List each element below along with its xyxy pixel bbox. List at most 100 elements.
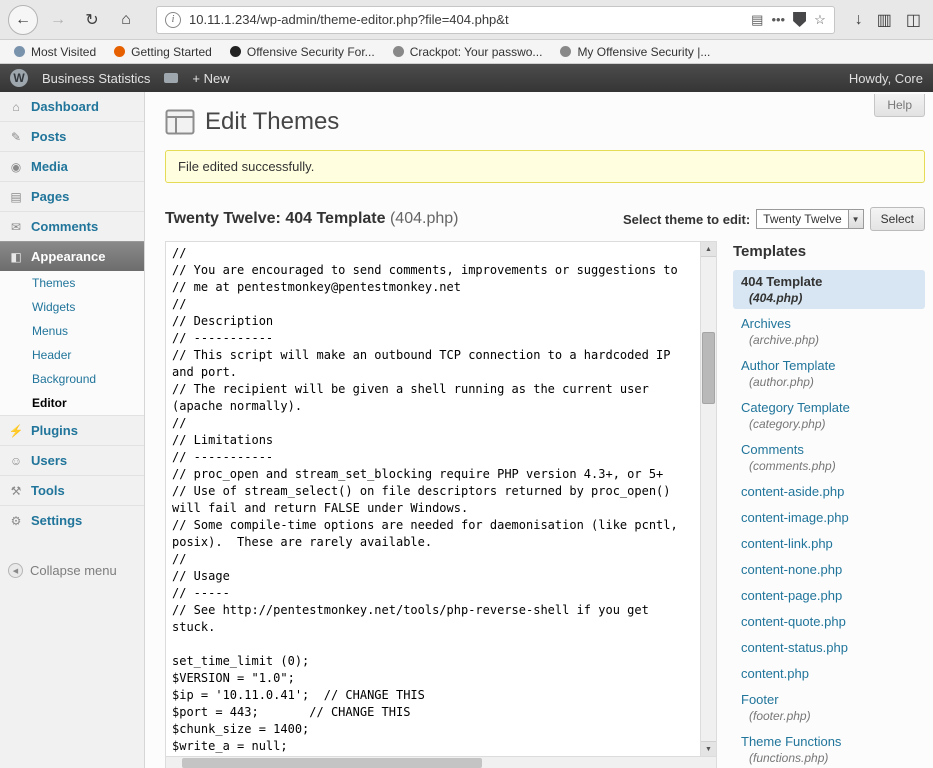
bookmark-label: Getting Started xyxy=(131,45,212,59)
sidebar-menu-item[interactable]: Header xyxy=(0,343,144,367)
templates-panel: Templates 404 Template (404.php) Archive… xyxy=(733,241,925,768)
template-list-item[interactable]: content.php xyxy=(733,662,925,685)
sidebar-menu-item[interactable]: Themes xyxy=(0,271,144,295)
bookmark-item[interactable]: Most Visited xyxy=(14,45,96,59)
template-name-link[interactable]: content-aside.php xyxy=(741,484,917,499)
page-title: Edit Themes xyxy=(205,108,339,136)
theme-picker-label: Select theme to edit: xyxy=(623,212,750,227)
sidebar-menu-item[interactable]: ⚙ Settings xyxy=(0,505,144,535)
bookmark-item[interactable]: Crackpot: Your passwo... xyxy=(393,45,543,59)
bookmark-item[interactable]: Offensive Security For... xyxy=(230,45,375,59)
site-info-icon[interactable]: i xyxy=(165,12,181,28)
menu-item-label: Settings xyxy=(31,513,82,528)
edit-themes-icon xyxy=(165,109,195,135)
bookmark-star-icon[interactable]: ☆ xyxy=(814,12,826,28)
theme-select-value: Twenty Twelve xyxy=(757,212,847,226)
offsec-icon xyxy=(230,46,241,57)
template-name-link[interactable]: content-link.php xyxy=(741,536,917,551)
sidebar-menu-item[interactable]: ▤ Pages xyxy=(0,181,144,211)
template-name-link[interactable]: content.php xyxy=(741,666,917,681)
sidebar-menu-item[interactable]: Widgets xyxy=(0,295,144,319)
template-list-item[interactable]: Archives (archive.php) xyxy=(733,312,925,351)
reload-icon[interactable]: ↻ xyxy=(78,6,106,34)
posts-icon: ✎ xyxy=(8,130,24,144)
sidebar-menu-item[interactable]: ◧ Appearance xyxy=(0,241,144,271)
media-icon: ◉ xyxy=(8,160,24,174)
template-name-link[interactable]: Comments xyxy=(741,442,917,457)
template-list-item[interactable]: content-aside.php xyxy=(733,480,925,503)
theme-select[interactable]: Twenty Twelve ▼ xyxy=(756,209,863,229)
home-icon[interactable]: ⌂ xyxy=(112,6,140,34)
template-name-link[interactable]: content-none.php xyxy=(741,562,917,577)
library-icon[interactable]: ▥ xyxy=(877,10,892,30)
template-name-link[interactable]: 404 Template xyxy=(741,274,917,289)
howdy-account-link[interactable]: Howdy, Core xyxy=(849,71,923,86)
editor-vertical-scrollbar[interactable]: ▲ ▼ xyxy=(700,242,716,756)
template-list-item[interactable]: Theme Functions (functions.php) xyxy=(733,730,925,768)
template-name-link[interactable]: content-quote.php xyxy=(741,614,917,629)
new-content-button[interactable]: + New xyxy=(192,71,229,86)
collapse-menu-button[interactable]: ◀ Collapse menu xyxy=(0,553,144,588)
template-list-item[interactable]: content-quote.php xyxy=(733,610,925,633)
most-visited-icon xyxy=(14,46,25,57)
template-name-link[interactable]: content-image.php xyxy=(741,510,917,525)
scroll-down-icon[interactable]: ▼ xyxy=(701,741,716,756)
help-button[interactable]: Help xyxy=(874,94,925,117)
sidebar-menu-item[interactable]: Menus xyxy=(0,319,144,343)
template-name-link[interactable]: Archives xyxy=(741,316,917,331)
sidebar-toggle-icon[interactable]: ◫ xyxy=(906,10,921,30)
menu-item-label: Widgets xyxy=(32,300,75,314)
sidebar-menu-item[interactable]: ☺ Users xyxy=(0,445,144,475)
page-actions-icon[interactable]: ••• xyxy=(771,12,785,27)
comments-bubble-icon[interactable] xyxy=(164,73,178,83)
reader-mode-icon[interactable]: ▤ xyxy=(751,12,763,28)
template-name-link[interactable]: Footer xyxy=(741,692,917,707)
sidebar-menu-item[interactable]: Editor xyxy=(0,391,144,415)
template-list-item[interactable]: Author Template (author.php) xyxy=(733,354,925,393)
sidebar-menu-item[interactable]: ✎ Posts xyxy=(0,121,144,151)
sidebar-menu-item[interactable]: ✉ Comments xyxy=(0,211,144,241)
menu-item-label: Posts xyxy=(31,129,66,144)
template-list-item[interactable]: content-link.php xyxy=(733,532,925,555)
sidebar-menu-item[interactable]: ◉ Media xyxy=(0,151,144,181)
scroll-up-icon[interactable]: ▲ xyxy=(701,242,716,257)
menu-item-label: Plugins xyxy=(31,423,78,438)
sidebar-menu-item[interactable]: Background xyxy=(0,367,144,391)
template-list-item[interactable]: Category Template (category.php) xyxy=(733,396,925,435)
sidebar-menu-item[interactable]: ⚡ Plugins xyxy=(0,415,144,445)
template-name-link[interactable]: Theme Functions xyxy=(741,734,917,749)
bookmark-item[interactable]: My Offensive Security |... xyxy=(560,45,710,59)
template-list-item[interactable]: content-none.php xyxy=(733,558,925,581)
wordpress-logo-icon[interactable]: W xyxy=(10,69,28,87)
template-list-item[interactable]: content-status.php xyxy=(733,636,925,659)
template-name-link[interactable]: content-page.php xyxy=(741,588,917,603)
sidebar-menu-item[interactable]: ⌂ Dashboard xyxy=(0,92,144,121)
template-list-item[interactable]: Comments (comments.php) xyxy=(733,438,925,477)
back-icon[interactable]: ← xyxy=(8,5,38,35)
template-name-link[interactable]: Author Template xyxy=(741,358,917,373)
menu-item-label: Pages xyxy=(31,189,69,204)
pocket-icon[interactable] xyxy=(793,12,806,27)
scrollbar-thumb[interactable] xyxy=(702,332,715,404)
site-name-link[interactable]: Business Statistics xyxy=(42,71,150,86)
bookmark-label: My Offensive Security |... xyxy=(577,45,710,59)
template-list-item[interactable]: content-page.php xyxy=(733,584,925,607)
select-theme-button[interactable]: Select xyxy=(870,207,925,231)
template-file-name: (404.php) xyxy=(741,291,917,305)
code-editor-textarea[interactable]: // // You are encouraged to send comment… xyxy=(166,242,700,756)
bookmark-label: Most Visited xyxy=(31,45,96,59)
editor-horizontal-scrollbar[interactable] xyxy=(165,757,717,768)
url-bar[interactable]: i 10.11.1.234/wp-admin/theme-editor.php?… xyxy=(156,6,835,34)
template-name-link[interactable]: Category Template xyxy=(741,400,917,415)
forward-icon[interactable]: → xyxy=(44,6,72,34)
template-list-item[interactable]: 404 Template (404.php) xyxy=(733,270,925,309)
file-name: (404.php) xyxy=(390,210,459,227)
sidebar-menu-item[interactable]: ⚒ Tools xyxy=(0,475,144,505)
template-name-link[interactable]: content-status.php xyxy=(741,640,917,655)
h-scrollbar-thumb[interactable] xyxy=(182,758,482,768)
download-icon[interactable]: ↓ xyxy=(855,11,863,29)
template-list-item[interactable]: content-image.php xyxy=(733,506,925,529)
bookmark-item[interactable]: Getting Started xyxy=(114,45,212,59)
url-text[interactable]: 10.11.1.234/wp-admin/theme-editor.php?fi… xyxy=(189,12,743,27)
template-list-item[interactable]: Footer (footer.php) xyxy=(733,688,925,727)
